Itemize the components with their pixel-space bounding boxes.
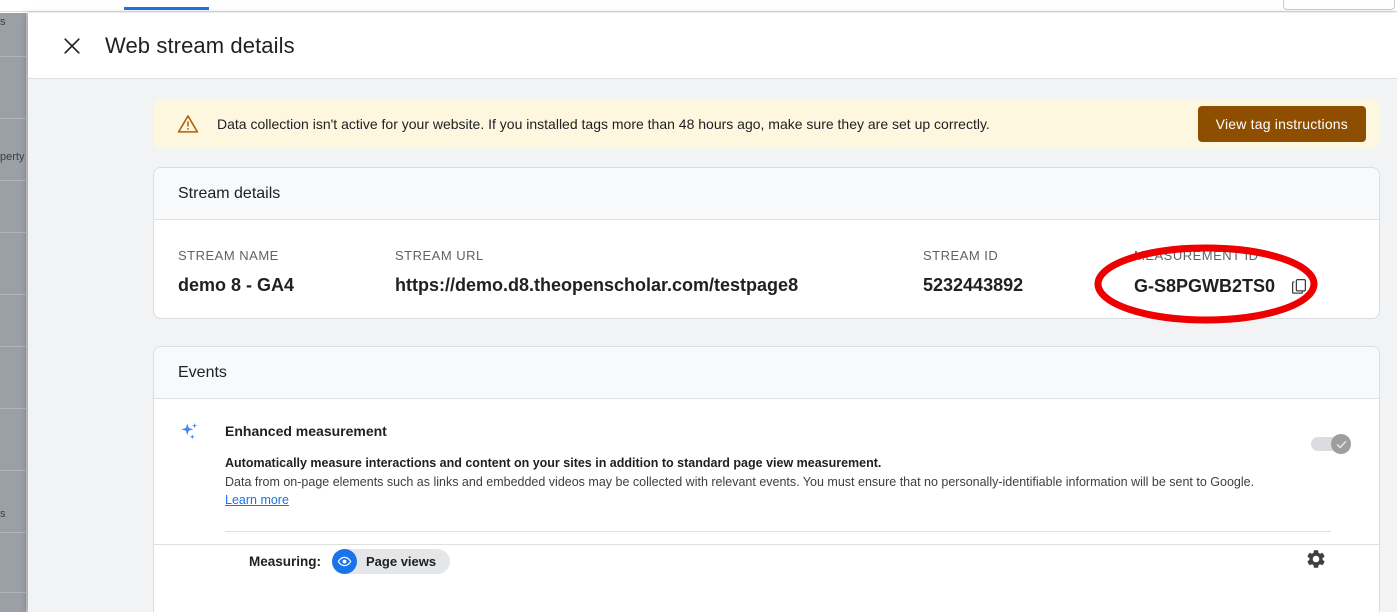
view-tag-instructions-button[interactable]: View tag instructions	[1198, 106, 1366, 142]
field-measurement-id: MEASUREMENT ID G-S8PGWB2TS0	[1134, 248, 1364, 298]
background-sidebar-row	[0, 295, 26, 347]
warning-triangle-icon	[177, 113, 199, 135]
close-icon[interactable]	[54, 28, 90, 64]
events-card-header: Events	[154, 347, 1379, 399]
gear-icon-glyph	[1305, 548, 1327, 570]
field-stream-id-label: STREAM ID	[923, 248, 1134, 264]
enhanced-measurement-section: Enhanced measurement Automatically measu…	[154, 399, 1379, 574]
field-measurement-id-label: MEASUREMENT ID	[1134, 248, 1364, 264]
measuring-chip-label: Page views	[366, 554, 436, 569]
field-stream-id: STREAM ID 5232443892	[923, 248, 1134, 296]
background-sidebar-row	[0, 533, 26, 593]
page-title: Web stream details	[105, 33, 295, 59]
events-card: Events Enhanced measurement Automaticall…	[153, 346, 1380, 612]
stream-details-fields: STREAM NAME demo 8 - GA4 STREAM URL http…	[154, 220, 1379, 298]
enhanced-measurement-body: Enhanced measurement Automatically measu…	[225, 421, 1355, 509]
field-measurement-id-value: G-S8PGWB2TS0	[1134, 275, 1275, 297]
background-active-tab-indicator[interactable]	[124, 7, 209, 10]
background-sidebar-row	[0, 57, 26, 119]
close-icon-glyph	[62, 36, 82, 56]
background-top-bar	[0, 0, 1397, 12]
background-sidebar: s perty s	[0, 13, 26, 612]
sparkle-icon	[178, 421, 202, 450]
dialog-header: Web stream details	[28, 13, 1397, 79]
events-bottom-divider	[154, 544, 1379, 545]
background-sidebar-row	[0, 119, 26, 181]
stream-details-card: Stream details STREAM NAME demo 8 - GA4 …	[153, 167, 1380, 319]
background-sidebar-row	[0, 409, 26, 471]
learn-more-link[interactable]: Learn more	[225, 493, 289, 507]
check-icon	[1335, 438, 1348, 451]
enhanced-measurement-description-primary: Automatically measure interactions and c…	[225, 455, 1275, 472]
background-sidebar-row	[0, 233, 26, 295]
toggle-knob	[1331, 434, 1351, 454]
field-stream-url: STREAM URL https://demo.d8.theopenschola…	[395, 248, 923, 296]
gear-icon[interactable]	[1301, 544, 1331, 574]
measuring-label: Measuring:	[249, 554, 321, 569]
copy-icon-glyph	[1290, 277, 1308, 295]
field-stream-url-label: STREAM URL	[395, 248, 923, 264]
sparkle-icon-glyph	[178, 421, 202, 445]
stream-details-card-title: Stream details	[178, 185, 280, 203]
field-stream-name-label: STREAM NAME	[178, 248, 395, 264]
enhanced-measurement-title: Enhanced measurement	[225, 421, 1275, 441]
measuring-chip-page-views[interactable]: Page views	[332, 549, 450, 574]
copy-icon[interactable]	[1287, 274, 1311, 298]
field-stream-url-value: https://demo.d8.theopenscholar.com/testp…	[395, 274, 923, 296]
background-sidebar-row	[0, 347, 26, 409]
background-search-box[interactable]	[1283, 0, 1395, 10]
field-stream-id-value: 5232443892	[923, 274, 1134, 296]
background-sidebar-fragment: s	[0, 508, 26, 520]
warning-triangle-icon-glyph	[177, 113, 199, 135]
eye-icon-glyph	[337, 554, 352, 569]
measuring-row: Measuring: Page views	[178, 532, 1355, 574]
dialog-body: Data collection isn't active for your we…	[28, 79, 1397, 612]
background-sidebar-row	[0, 181, 26, 233]
background-sidebar-fragment: s	[0, 16, 26, 28]
stream-details-card-header: Stream details	[154, 168, 1379, 220]
background-sidebar-row	[0, 471, 26, 533]
data-collection-warning-banner: Data collection isn't active for your we…	[153, 99, 1380, 148]
web-stream-details-dialog: Web stream details Data collection isn't…	[28, 13, 1397, 612]
eye-icon	[332, 549, 357, 574]
field-stream-name: STREAM NAME demo 8 - GA4	[178, 248, 395, 296]
enhanced-measurement-toggle[interactable]	[1311, 434, 1355, 454]
field-measurement-id-value-row: G-S8PGWB2TS0	[1134, 274, 1364, 298]
events-card-title: Events	[178, 364, 227, 382]
warning-message: Data collection isn't active for your we…	[217, 114, 1198, 134]
field-stream-name-value: demo 8 - GA4	[178, 274, 395, 296]
enhanced-measurement-description-secondary: Data from on-page elements such as links…	[225, 474, 1275, 491]
